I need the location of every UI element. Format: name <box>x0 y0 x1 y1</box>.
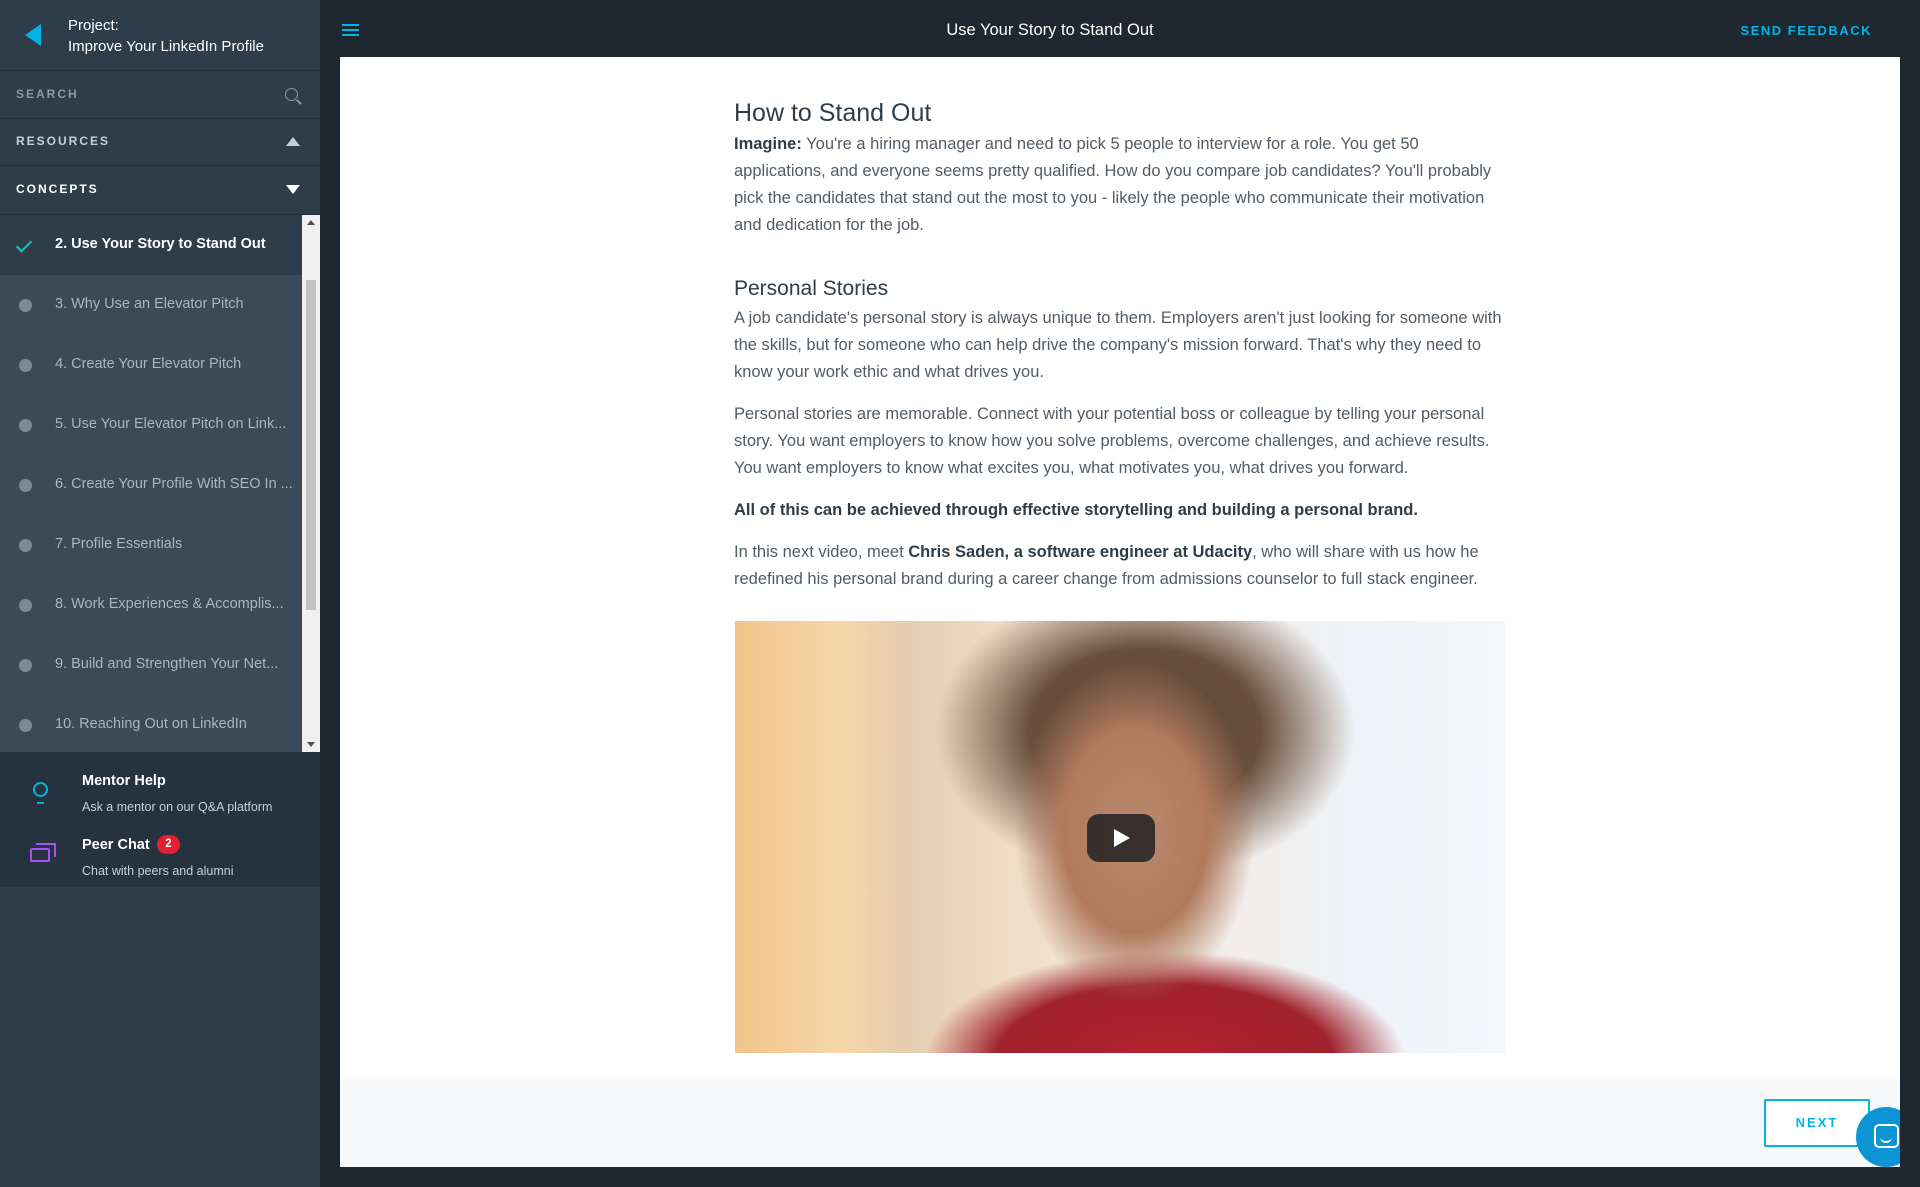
resources-toggle[interactable]: RESOURCES <box>0 118 320 166</box>
help-panel: Mentor Help Ask a mentor on our Q&A plat… <box>0 752 320 887</box>
article-subheading: Personal Stories <box>734 277 889 300</box>
progress-dot-icon <box>19 479 32 492</box>
progress-dot-icon <box>19 539 32 552</box>
project-label: Project: <box>68 17 119 34</box>
project-header[interactable]: Project: Improve Your LinkedIn Profile <box>0 0 320 71</box>
concept-item[interactable]: 5. Use Your Elevator Pitch on Link... <box>0 395 302 455</box>
search-icon[interactable] <box>285 88 298 101</box>
progress-dot-icon <box>19 299 32 312</box>
concept-item[interactable]: 2. Use Your Story to Stand Out <box>0 215 302 275</box>
peer-chat-subtitle: Chat with peers and alumni <box>82 864 234 878</box>
progress-dot-icon <box>19 599 32 612</box>
send-feedback-link[interactable]: SEND FEEDBACK <box>1741 23 1872 38</box>
concept-scrollbar[interactable] <box>302 215 320 752</box>
right-edge <box>1900 57 1920 1167</box>
page-title: Use Your Story to Stand Out <box>946 21 1154 39</box>
mentor-help-link[interactable]: Mentor Help Ask a mentor on our Q&A plat… <box>0 759 320 821</box>
concepts-toggle[interactable]: CONCEPTS <box>0 166 320 215</box>
project-name: Improve Your LinkedIn Profile <box>68 38 264 55</box>
article: How to Stand Out Imagine: You're a hirin… <box>734 97 1506 608</box>
scroll-down-arrow-icon[interactable] <box>307 742 315 747</box>
lesson-content: How to Stand Out Imagine: You're a hirin… <box>340 57 1916 1167</box>
paragraph: A job candidate's personal story is alwa… <box>734 309 1502 381</box>
unread-count-badge: 2 <box>157 835 180 854</box>
article-heading: How to Stand Out <box>734 99 932 127</box>
concept-item[interactable]: 10. Reaching Out on LinkedIn <box>0 695 302 752</box>
concept-item[interactable]: 6. Create Your Profile With SEO In ... <box>0 455 302 515</box>
concept-item[interactable]: 4. Create Your Elevator Pitch <box>0 335 302 395</box>
concept-label: 9. Build and Strengthen Your Net... <box>55 656 279 672</box>
video-player[interactable] <box>735 621 1505 1053</box>
lightbulb-icon <box>33 782 48 804</box>
chat-bubbles-icon <box>30 843 56 862</box>
search-row[interactable]: SEARCH <box>0 71 320 119</box>
scroll-thumb[interactable] <box>306 280 316 610</box>
video-intro-text: In this next video, meet <box>734 543 909 561</box>
collapse-triangle-icon <box>286 137 300 146</box>
bold-statement: All of this can be achieved through effe… <box>734 501 1418 519</box>
footer-band <box>340 1079 1900 1167</box>
concept-item[interactable]: 8. Work Experiences & Accomplis... <box>0 575 302 635</box>
scroll-up-arrow-icon[interactable] <box>307 220 315 225</box>
resources-label: RESOURCES <box>16 134 111 148</box>
search-label: SEARCH <box>16 87 79 101</box>
concept-label: 10. Reaching Out on LinkedIn <box>55 716 247 732</box>
intro-bold: Imagine: <box>734 135 802 153</box>
concepts-label: CONCEPTS <box>16 182 99 196</box>
concept-label: 6. Create Your Profile With SEO In ... <box>55 476 293 492</box>
peer-chat-title: Peer Chat <box>82 837 150 853</box>
progress-dot-icon <box>19 419 32 432</box>
concept-list: 2. Use Your Story to Stand Out 3. Why Us… <box>0 215 302 752</box>
check-icon <box>15 236 33 253</box>
bold-paragraph: All of this can be achieved through effe… <box>734 497 1506 524</box>
expand-triangle-icon <box>286 185 300 194</box>
concept-item[interactable]: 9. Build and Strengthen Your Net... <box>0 635 302 695</box>
next-button[interactable]: NEXT <box>1764 1099 1870 1147</box>
concept-item[interactable]: 7. Profile Essentials <box>0 515 302 575</box>
concept-label: 3. Why Use an Elevator Pitch <box>55 296 244 312</box>
concept-label: 7. Profile Essentials <box>55 536 183 552</box>
peer-chat-link[interactable]: Peer Chat 2 Chat with peers and alumni <box>0 823 320 885</box>
mentor-help-title: Mentor Help <box>82 773 166 789</box>
concept-label: 8. Work Experiences & Accomplis... <box>55 596 284 612</box>
intro-text: You're a hiring manager and need to pick… <box>734 135 1492 234</box>
sidebar: Project: Improve Your LinkedIn Profile S… <box>0 0 320 1187</box>
play-icon[interactable] <box>1087 814 1155 862</box>
message-icon <box>1874 1124 1899 1148</box>
paragraph: Personal stories are memorable. Connect … <box>734 405 1490 477</box>
progress-dot-icon <box>19 359 32 372</box>
concept-label: 2. Use Your Story to Stand Out <box>55 236 266 252</box>
intro-paragraph: Imagine: You're a hiring manager and nee… <box>734 131 1506 239</box>
mentor-help-subtitle: Ask a mentor on our Q&A platform <box>82 800 273 814</box>
video-intro-paragraph: In this next video, meet Chris Saden, a … <box>734 539 1506 593</box>
back-arrow-icon[interactable] <box>25 24 41 46</box>
bottom-edge <box>320 1167 1920 1187</box>
speaker-name: Chris Saden, a software engineer at Udac… <box>908 543 1253 561</box>
concept-item[interactable]: 3. Why Use an Elevator Pitch <box>0 275 302 335</box>
progress-dot-icon <box>19 659 32 672</box>
progress-dot-icon <box>19 719 32 732</box>
top-bar: Use Your Story to Stand Out SEND FEEDBAC… <box>320 0 1920 57</box>
project-title: Project: Improve Your LinkedIn Profile <box>68 15 264 57</box>
concept-label: 4. Create Your Elevator Pitch <box>55 356 242 372</box>
concept-label: 5. Use Your Elevator Pitch on Link... <box>55 416 287 432</box>
